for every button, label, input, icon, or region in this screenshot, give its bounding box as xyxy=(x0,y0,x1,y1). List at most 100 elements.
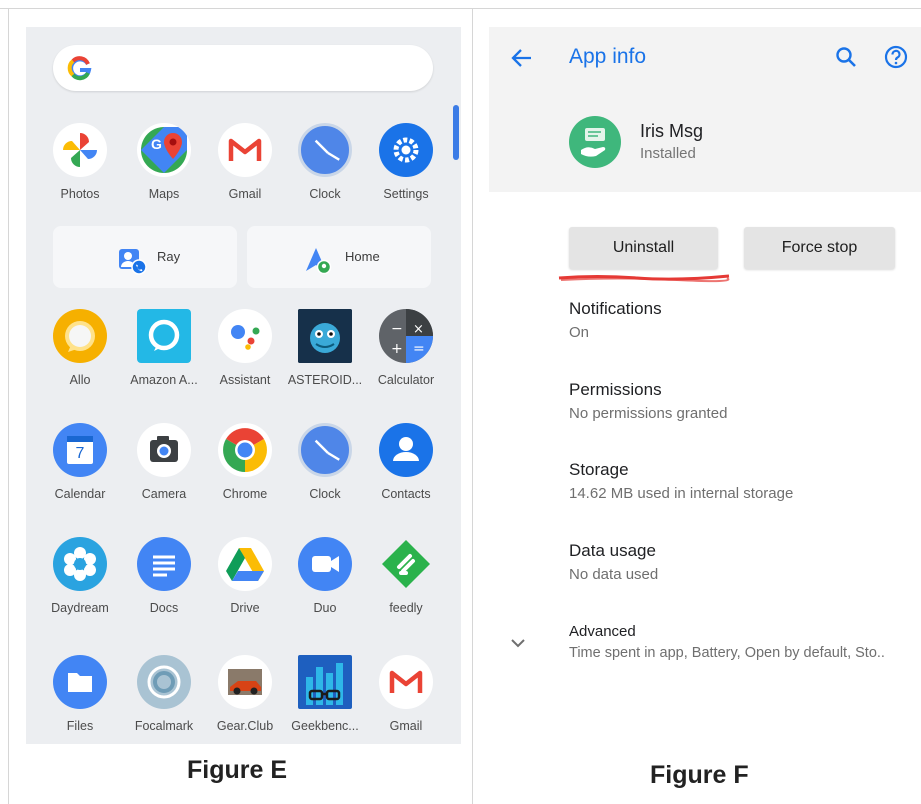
chrome-icon xyxy=(218,423,272,477)
force-stop-button[interactable]: Force stop xyxy=(744,227,895,269)
geekbench-icon xyxy=(298,655,352,709)
app-label: Camera xyxy=(141,487,187,501)
app-contacts[interactable]: Contacts xyxy=(361,423,451,501)
calendar-day: 7 xyxy=(75,445,85,462)
app-label: Amazon A... xyxy=(130,373,198,387)
app-duo[interactable]: Duo xyxy=(280,537,370,615)
setting-title: Storage xyxy=(569,460,629,479)
daydream-icon xyxy=(53,537,107,591)
maps-directions-icon xyxy=(306,248,332,275)
chevron-down-icon[interactable] xyxy=(507,632,529,654)
app-clock-2[interactable]: Clock xyxy=(280,423,370,501)
camera-icon xyxy=(137,423,191,477)
app-label: Docs xyxy=(149,601,179,615)
setting-title: Advanced xyxy=(569,623,636,640)
page-title: App info xyxy=(569,45,647,68)
app-drive[interactable]: Drive xyxy=(200,537,290,615)
gmail-icon xyxy=(218,123,272,177)
app-label: Chrome xyxy=(222,487,268,501)
setting-notifications[interactable]: Notifications On xyxy=(569,299,662,341)
contact-icon xyxy=(119,249,147,275)
focalmark-icon xyxy=(137,655,191,709)
app-label: Contacts xyxy=(381,487,431,501)
docs-icon xyxy=(137,537,191,591)
app-photos[interactable]: Photos xyxy=(35,123,125,201)
red-underline-annotation xyxy=(558,274,730,283)
app-calendar[interactable]: 7 Calendar xyxy=(35,423,125,501)
contacts-icon xyxy=(379,423,433,477)
help-icon[interactable] xyxy=(883,44,909,70)
photos-icon xyxy=(53,123,107,177)
app-label: Geekbenc... xyxy=(291,719,359,733)
setting-data-usage[interactable]: Data usage No data used xyxy=(569,541,658,583)
feedly-icon xyxy=(379,537,433,591)
setting-storage[interactable]: Storage 14.62 MB used in internal storag… xyxy=(569,460,793,502)
setting-subtitle: No permissions granted xyxy=(569,405,728,422)
app-asteroids[interactable]: ASTEROID... xyxy=(280,309,370,387)
setting-subtitle: Time spent in app, Battery, Open by defa… xyxy=(569,645,885,661)
app-files[interactable]: Files xyxy=(35,655,125,733)
google-g-icon xyxy=(67,56,92,81)
app-settings[interactable]: Settings xyxy=(361,123,451,201)
clock-icon xyxy=(298,423,352,477)
shortcut-directions[interactable]: Home xyxy=(247,226,431,288)
app-label: Clock xyxy=(309,187,341,201)
files-icon xyxy=(53,655,107,709)
settings-icon xyxy=(379,123,433,177)
app-allo[interactable]: Allo xyxy=(35,309,125,387)
app-label: ASTEROID... xyxy=(287,373,363,387)
app-status: Installed xyxy=(640,145,696,162)
clock-icon xyxy=(298,123,352,177)
app-drawer: Photos G Maps Gmail Clock Settings Ray H… xyxy=(26,27,461,744)
shortcut-label: Home xyxy=(345,249,380,264)
app-amazon-alexa[interactable]: Amazon A... xyxy=(119,309,209,387)
app-clock[interactable]: Clock xyxy=(280,123,370,201)
app-feedly[interactable]: feedly xyxy=(361,537,451,615)
app-label: Photos xyxy=(60,187,100,201)
app-label: Settings xyxy=(383,187,429,201)
app-label: Gmail xyxy=(228,187,262,201)
app-focalmark[interactable]: Focalmark xyxy=(119,655,209,733)
figure-e-caption: Figure E xyxy=(187,756,288,784)
app-label: Calendar xyxy=(54,487,106,501)
app-gmail-2[interactable]: Gmail xyxy=(361,655,451,733)
setting-permissions[interactable]: Permissions No permissions granted xyxy=(569,380,727,422)
app-geekbench[interactable]: Geekbenc... xyxy=(280,655,370,733)
setting-subtitle: 14.62 MB used in internal storage xyxy=(569,485,794,502)
app-label: Focalmark xyxy=(134,719,194,733)
app-maps[interactable]: G Maps xyxy=(119,123,209,201)
setting-title: Permissions xyxy=(569,380,662,399)
alexa-icon xyxy=(137,309,191,363)
duo-icon xyxy=(298,537,352,591)
svg-text:+: + xyxy=(391,341,403,357)
app-camera[interactable]: Camera xyxy=(119,423,209,501)
app-gmail[interactable]: Gmail xyxy=(200,123,290,201)
maps-icon: G xyxy=(137,123,191,177)
setting-advanced[interactable]: Advanced Time spent in app, Battery, Ope… xyxy=(569,623,885,661)
shortcut-label: Ray xyxy=(157,249,181,264)
svg-text:−: − xyxy=(391,321,403,337)
app-calculator[interactable]: − × + = Calculator xyxy=(361,309,451,387)
setting-subtitle: No data used xyxy=(569,566,659,583)
shortcut-contact[interactable]: Ray xyxy=(53,226,237,288)
search-bar[interactable] xyxy=(53,45,433,91)
app-label: Assistant xyxy=(219,373,271,387)
uninstall-button[interactable]: Uninstall xyxy=(569,227,718,269)
calendar-icon: 7 xyxy=(53,423,107,477)
asteroids-icon xyxy=(298,309,352,363)
app-daydream[interactable]: Daydream xyxy=(35,537,125,615)
search-icon[interactable] xyxy=(834,45,858,69)
app-chrome[interactable]: Chrome xyxy=(200,423,290,501)
app-label: Drive xyxy=(230,601,260,615)
app-label: Files xyxy=(66,719,94,733)
scrollbar-thumb[interactable] xyxy=(453,105,459,160)
app-docs[interactable]: Docs xyxy=(119,537,209,615)
app-assistant[interactable]: Assistant xyxy=(200,309,290,387)
back-arrow-icon[interactable] xyxy=(509,45,535,71)
frame-top-line xyxy=(0,8,921,9)
app-label: Gear.Club xyxy=(216,719,274,733)
app-gearclub[interactable]: Gear.Club xyxy=(200,655,290,733)
setting-title: Data usage xyxy=(569,541,656,560)
iris-msg-app-icon xyxy=(569,116,621,168)
frame-left-line xyxy=(8,8,9,804)
